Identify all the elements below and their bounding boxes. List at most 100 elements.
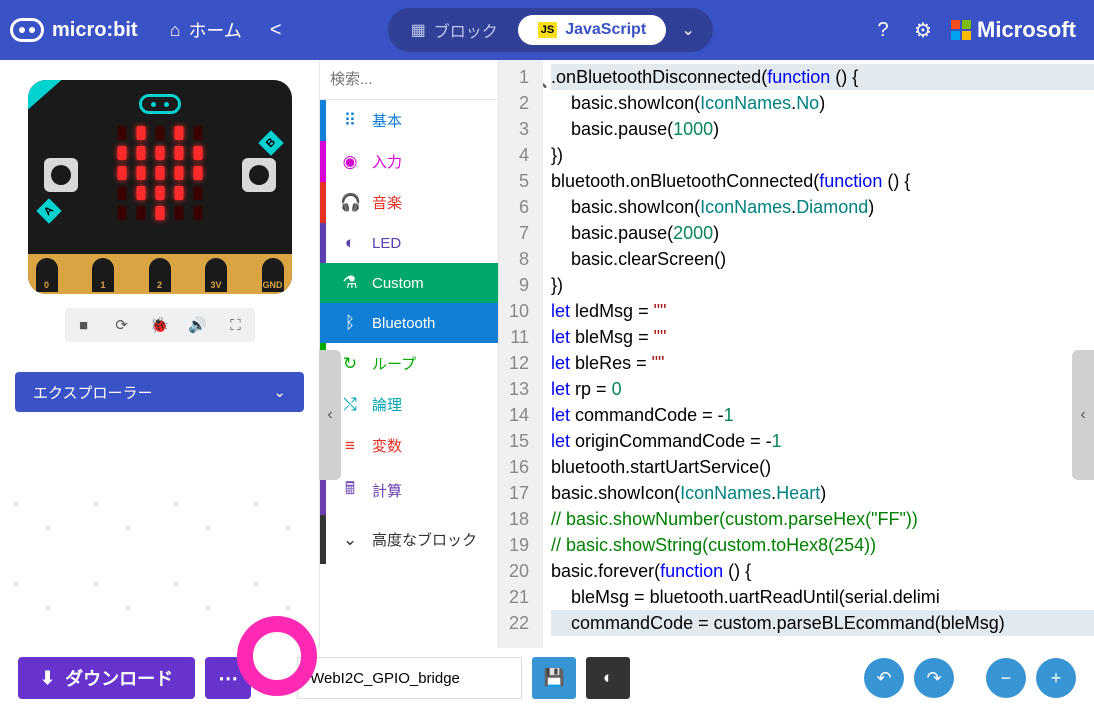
microsoft-logo[interactable]: Microsoft <box>951 17 1076 43</box>
category-basic[interactable]: ⠿ 基本 <box>320 100 498 141</box>
download-button[interactable]: ⬇ ダウンロード <box>18 657 195 699</box>
category-led[interactable]: ◐LED <box>320 223 498 263</box>
pin-0[interactable]: 0 <box>36 258 58 292</box>
download-more-button[interactable]: ⋯ <box>205 657 251 699</box>
code-line[interactable]: basic.pause(1000) <box>551 116 1094 142</box>
chevron-down-icon: ⌄ <box>273 383 286 401</box>
code-line[interactable]: basic.clearScreen() <box>551 246 1094 272</box>
line-number: 4 <box>509 142 529 168</box>
category-custom[interactable]: ⚗ Custom <box>320 263 498 303</box>
download-icon: ⬇ <box>40 668 55 689</box>
edge-connector: 01 2 3V GND <box>28 254 292 294</box>
share-button[interactable]: < <box>254 13 298 48</box>
sim-stop-button[interactable]: ■ <box>65 308 103 342</box>
category-label: Custom <box>372 275 424 292</box>
home-button[interactable]: ⌂ ホーム <box>158 11 254 49</box>
flask-icon: ⚗ <box>340 273 360 293</box>
label-a: A <box>36 198 61 223</box>
line-number: 13 <box>509 376 529 402</box>
category-input[interactable]: ◉入力 <box>320 141 498 182</box>
mode-dropdown[interactable]: ⌄ <box>666 20 710 40</box>
zoom-out-button[interactable]: − <box>986 658 1026 698</box>
sim-restart-button[interactable]: ⟳ <box>103 308 141 342</box>
category-label: 計算 <box>372 480 402 501</box>
code-line[interactable]: basic.showIcon(IconNames.No) <box>551 90 1094 116</box>
line-number: 15 <box>509 428 529 454</box>
gear-icon: ⚙ <box>914 20 932 42</box>
category-label: 音楽 <box>372 192 402 213</box>
code-line[interactable]: bleMsg = bluetooth.uartReadUntil(serial.… <box>551 584 1094 610</box>
code-editor[interactable]: 12345678910111213141516171819202122 .onB… <box>499 60 1094 648</box>
blocks-icon: ▦ <box>411 20 426 40</box>
category-math[interactable]: 🖩計算 <box>320 466 498 515</box>
help-button[interactable]: ? <box>863 19 903 42</box>
line-number: 18 <box>509 506 529 532</box>
category-bluetooth[interactable]: ᛒBluetooth <box>320 303 498 343</box>
code-line[interactable]: let bleMsg = "" <box>551 324 1094 350</box>
code-line[interactable]: basic.forever(function () { <box>551 558 1094 584</box>
zoom-in-button[interactable]: + <box>1036 658 1076 698</box>
code-area[interactable]: .onBluetoothDisconnected(function () { b… <box>543 60 1094 648</box>
logo[interactable]: micro:bit <box>10 18 138 42</box>
category-loops[interactable]: ↻ループ <box>320 343 498 384</box>
code-line[interactable]: basic.pause(2000) <box>551 220 1094 246</box>
code-line[interactable]: // basic.showNumber(custom.parseHex("FF"… <box>551 506 1094 532</box>
code-line[interactable]: basic.showIcon(IconNames.Diamond) <box>551 194 1094 220</box>
home-icon: ⌂ <box>170 20 181 41</box>
sim-fullscreen-button[interactable]: ⛶ <box>217 308 255 342</box>
category-advanced[interactable]: ⌄高度なブロック <box>320 515 498 564</box>
pin-GND[interactable]: GND <box>262 258 284 292</box>
category-logic[interactable]: ⤭論理 <box>320 384 498 425</box>
sim-audio-button[interactable]: 🔊 <box>179 308 217 342</box>
code-line[interactable]: }) <box>551 142 1094 168</box>
line-number: 6 <box>509 194 529 220</box>
code-line[interactable]: let originCommandCode = -1 <box>551 428 1094 454</box>
line-gutter: 12345678910111213141516171819202122 <box>499 60 543 648</box>
sim-debug-button[interactable]: 🐞 <box>141 308 179 342</box>
save-button[interactable]: 💾 <box>532 657 576 699</box>
line-number: 10 <box>509 298 529 324</box>
undo-button[interactable]: ↶ <box>864 658 904 698</box>
target-icon: ◉ <box>340 152 360 172</box>
mode-js-button[interactable]: JS JavaScript <box>518 15 666 45</box>
category-variables[interactable]: ≡変数 <box>320 425 498 466</box>
code-line[interactable]: }) <box>551 272 1094 298</box>
chevron-left-icon: ‹ <box>327 406 332 424</box>
code-line[interactable]: bluetooth.onBluetoothConnected(function … <box>551 168 1094 194</box>
code-line[interactable]: commandCode = custom.parseBLEcommand(ble… <box>551 610 1094 636</box>
category-label: 基本 <box>372 110 402 131</box>
code-line[interactable]: bluetooth.startUartService() <box>551 454 1094 480</box>
collapse-simulator-button[interactable]: ‹ <box>319 350 341 480</box>
code-line[interactable]: .onBluetoothDisconnected(function () { <box>551 64 1094 90</box>
js-icon: JS <box>538 22 557 38</box>
code-line[interactable]: let commandCode = -1 <box>551 402 1094 428</box>
explorer-toggle[interactable]: エクスプローラー ⌄ <box>15 372 304 412</box>
line-number: 3 <box>509 116 529 142</box>
chevron-left-icon: ‹ <box>1080 406 1085 424</box>
mode-switch: ▦ ブロック JS JavaScript ⌄ <box>388 8 714 52</box>
github-button[interactable]: ◐ <box>586 657 630 699</box>
pin-2[interactable]: 2 <box>149 258 171 292</box>
code-line[interactable]: basic.showIcon(IconNames.Heart) <box>551 480 1094 506</box>
code-line[interactable]: // basic.showString(custom.toHex8(254)) <box>551 532 1094 558</box>
category-label: 変数 <box>372 435 402 456</box>
line-number: 21 <box>509 584 529 610</box>
mode-blocks-label: ブロック <box>434 18 498 42</box>
code-line[interactable]: let rp = 0 <box>551 376 1094 402</box>
redo-button[interactable]: ↷ <box>914 658 954 698</box>
line-number: 22 <box>509 610 529 636</box>
collapse-right-button[interactable]: ‹ <box>1072 350 1094 480</box>
project-name-input[interactable] <box>297 657 522 699</box>
pin-3V[interactable]: 3V <box>205 258 227 292</box>
mode-blocks-button[interactable]: ▦ ブロック <box>391 12 518 48</box>
microbit-board[interactable]: A B 0123VGND <box>28 80 292 294</box>
category-music[interactable]: 🎧音楽 <box>320 182 498 223</box>
grid-icon: ⠿ <box>340 111 360 131</box>
code-line[interactable]: let ledMsg = "" <box>551 298 1094 324</box>
button-a[interactable] <box>44 158 78 192</box>
code-line[interactable]: let bleRes = "" <box>551 350 1094 376</box>
settings-button[interactable]: ⚙ <box>903 18 943 43</box>
pin-1[interactable]: 1 <box>92 258 114 292</box>
simulator-panel: A B 0123VGND ■ ⟳ 🐞 🔊 ⛶ エクスプローラー ⌄ <box>0 60 319 648</box>
button-b[interactable] <box>242 158 276 192</box>
